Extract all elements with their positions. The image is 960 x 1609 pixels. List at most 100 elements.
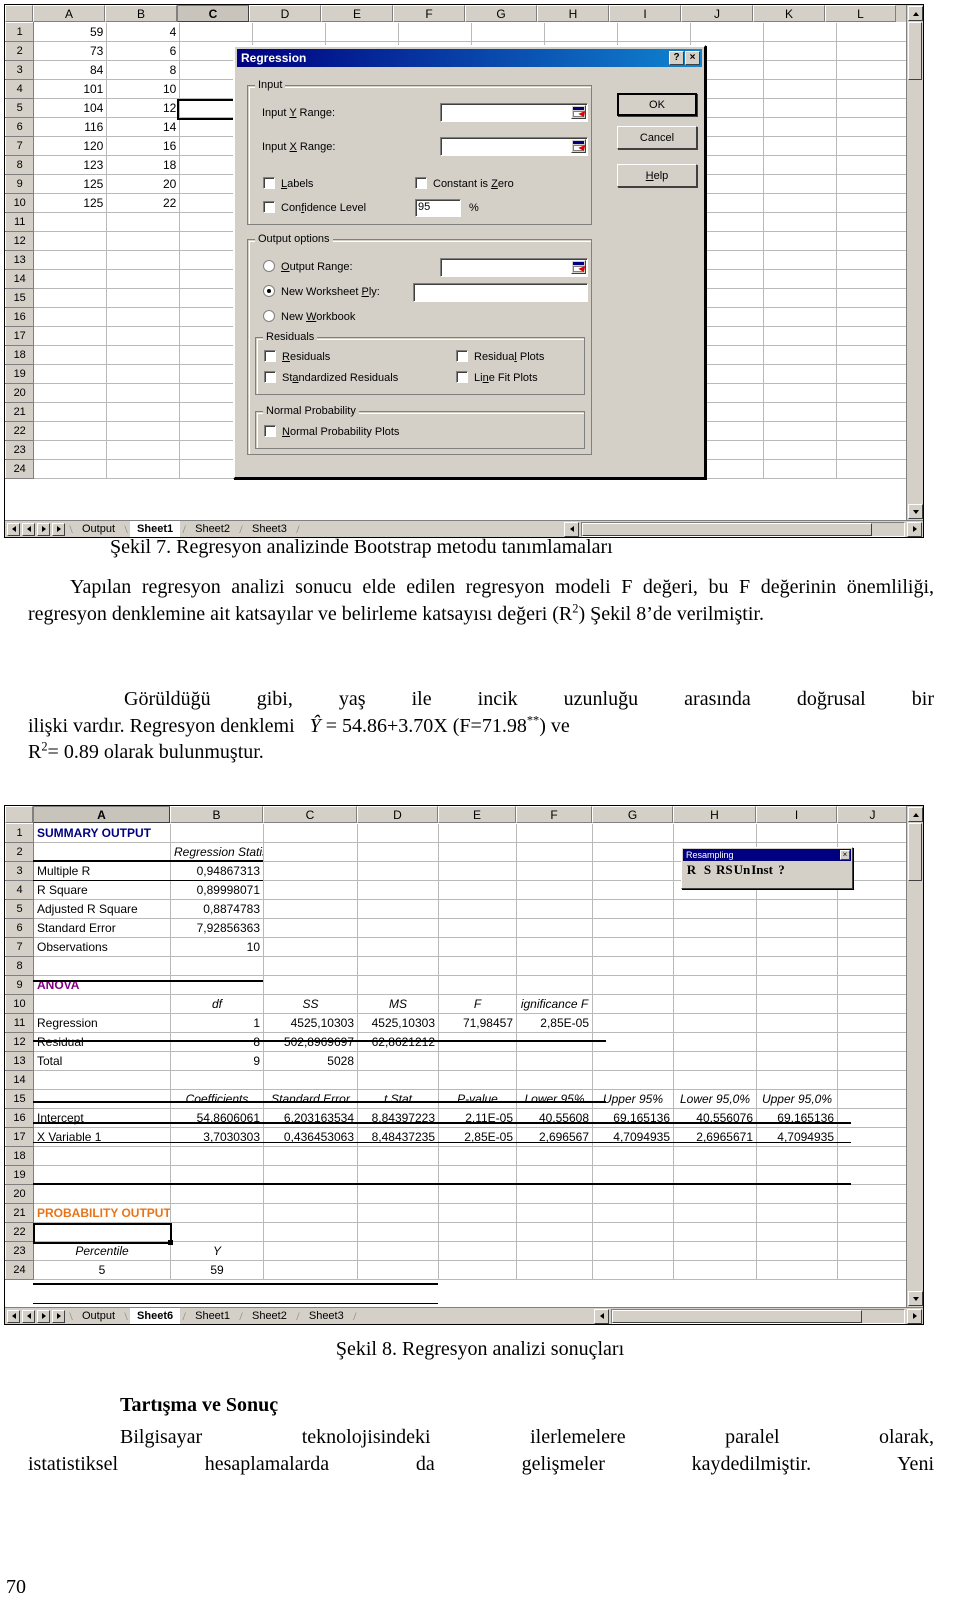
column-header-j[interactable]: J — [681, 5, 753, 22]
cell[interactable] — [763, 421, 838, 441]
last-sheet-icon[interactable] — [52, 1309, 65, 1323]
cell[interactable]: 125 — [33, 174, 108, 194]
cell[interactable] — [438, 1032, 517, 1052]
cell[interactable] — [756, 1070, 838, 1090]
row-header-16[interactable]: 16 — [5, 1108, 34, 1128]
cell[interactable] — [357, 842, 439, 862]
cell[interactable] — [673, 1146, 757, 1166]
sheet-tab-output[interactable]: Output — [75, 521, 123, 537]
cell[interactable]: Total — [33, 1051, 171, 1071]
cell[interactable]: 2,85E-05 — [516, 1013, 593, 1033]
cell[interactable] — [836, 22, 908, 42]
cell[interactable] — [756, 1222, 838, 1242]
cell[interactable] — [438, 1146, 517, 1166]
cell[interactable]: 104 — [33, 98, 108, 118]
cell[interactable] — [357, 899, 439, 919]
column-header-a[interactable]: A — [33, 5, 105, 22]
cell[interactable]: 0,8874783 — [170, 899, 264, 919]
row-header-24[interactable]: 24 — [5, 1260, 34, 1280]
cell[interactable] — [673, 1032, 757, 1052]
cell[interactable] — [357, 1203, 439, 1223]
resample-button[interactable]: R — [684, 863, 699, 877]
cell[interactable] — [756, 918, 838, 938]
horizontal-scroll-track[interactable] — [611, 1308, 905, 1324]
cell[interactable] — [263, 861, 358, 881]
sheet-tab-output[interactable]: Output — [75, 1308, 123, 1324]
cell[interactable] — [756, 1241, 838, 1261]
cell[interactable]: 84 — [33, 60, 108, 80]
cell[interactable] — [33, 288, 108, 308]
cell[interactable] — [33, 1089, 171, 1109]
cell[interactable] — [438, 861, 517, 881]
cell[interactable] — [763, 98, 838, 118]
cell[interactable]: Lower 95,0% — [673, 1089, 757, 1109]
cell[interactable] — [673, 956, 757, 976]
cell[interactable]: Percentile — [33, 1241, 171, 1261]
cell[interactable] — [592, 1241, 674, 1261]
cell[interactable] — [106, 250, 181, 270]
cell[interactable] — [263, 956, 358, 976]
cell[interactable] — [516, 1032, 593, 1052]
cell[interactable] — [398, 22, 473, 42]
cell[interactable] — [592, 1070, 674, 1090]
cell[interactable]: Lower 95% — [516, 1089, 593, 1109]
cell[interactable] — [438, 1203, 517, 1223]
new-workbook-radio[interactable] — [263, 310, 275, 322]
cell[interactable] — [263, 842, 358, 862]
cell[interactable] — [763, 136, 838, 156]
range-picker-icon[interactable]: ◀ — [571, 139, 586, 153]
vertical-scroll-thumb[interactable] — [908, 823, 922, 881]
row-header-3[interactable]: 3 — [5, 861, 34, 881]
cell[interactable] — [33, 307, 108, 327]
cell[interactable]: 2,85E-05 — [438, 1127, 517, 1147]
cell[interactable] — [106, 326, 181, 346]
labels-checkbox[interactable] — [263, 177, 275, 189]
cell[interactable]: Residual — [33, 1032, 171, 1052]
cell[interactable] — [756, 975, 838, 995]
column-header-f[interactable]: F — [516, 806, 592, 823]
cell[interactable] — [837, 1222, 908, 1242]
row-header-7[interactable]: 7 — [5, 937, 34, 957]
scroll-up-button[interactable] — [908, 6, 923, 21]
cell[interactable] — [106, 402, 181, 422]
sheet-tab-sheet2[interactable]: Sheet2 — [244, 1308, 294, 1324]
undo-button[interactable]: Un — [734, 863, 751, 877]
cell[interactable] — [763, 193, 838, 213]
cell[interactable]: 22 — [106, 193, 181, 213]
cell[interactable] — [763, 307, 838, 327]
cell[interactable] — [673, 823, 757, 843]
cell[interactable]: MS — [357, 994, 439, 1014]
cell[interactable] — [837, 1203, 908, 1223]
row-header-5[interactable]: 5 — [5, 98, 35, 118]
cell[interactable] — [438, 1051, 517, 1071]
cell[interactable] — [263, 1260, 358, 1280]
cell[interactable]: 125 — [33, 193, 108, 213]
cell[interactable] — [763, 212, 838, 232]
sheet-tab-sheet3[interactable]: Sheet3 — [301, 1308, 351, 1324]
column-header-j[interactable]: J — [837, 806, 908, 823]
cell[interactable] — [592, 1222, 674, 1242]
row-header-22[interactable]: 22 — [5, 1222, 34, 1242]
cell[interactable] — [33, 459, 108, 479]
cell[interactable]: SS — [263, 994, 358, 1014]
scroll-down-button[interactable] — [908, 504, 923, 519]
cell[interactable]: Observations — [33, 937, 171, 957]
first-sheet-icon[interactable] — [7, 1309, 20, 1323]
vertical-scrollbar-figure8[interactable] — [906, 806, 923, 1307]
cell[interactable] — [763, 117, 838, 137]
cell[interactable] — [837, 918, 908, 938]
ok-button[interactable]: OK — [617, 93, 697, 116]
cell[interactable] — [438, 880, 517, 900]
cell[interactable] — [33, 421, 108, 441]
cell[interactable] — [357, 1051, 439, 1071]
row-header-23[interactable]: 23 — [5, 440, 35, 460]
previous-sheet-icon[interactable] — [22, 1309, 35, 1323]
cell[interactable] — [763, 60, 838, 80]
cell[interactable] — [179, 22, 254, 42]
column-header-l[interactable]: L — [825, 5, 896, 22]
sheet-tab-sheet1[interactable]: Sheet1 — [188, 1308, 237, 1324]
cell[interactable]: 59 — [170, 1260, 264, 1280]
resampling-toolbar-title-bar[interactable]: Resampling × — [683, 849, 851, 861]
row-header-13[interactable]: 13 — [5, 1051, 34, 1071]
cell[interactable]: 2,11E-05 — [438, 1108, 517, 1128]
